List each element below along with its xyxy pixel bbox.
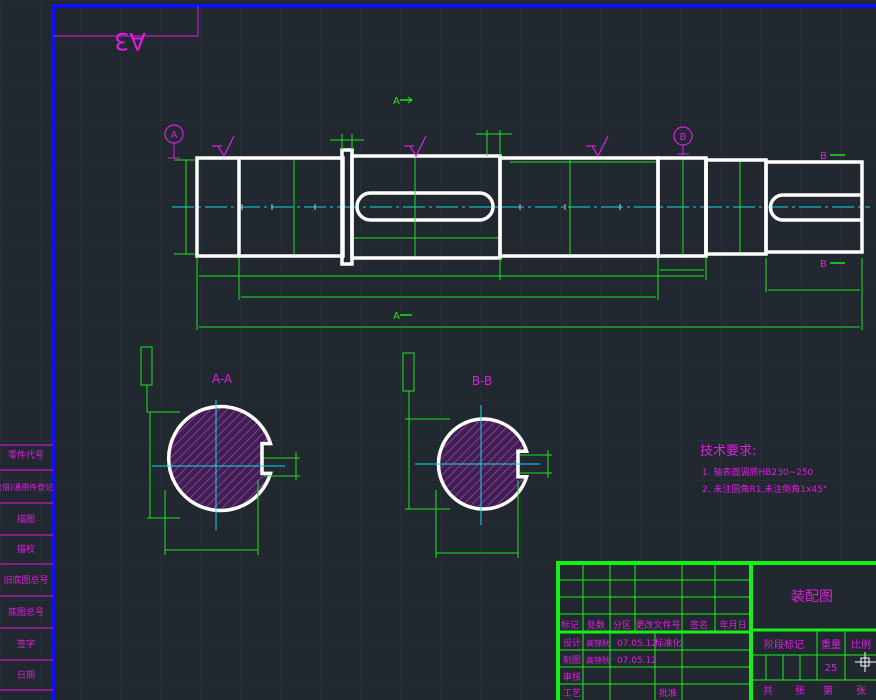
tech-req-title: 技术要求:	[700, 444, 756, 459]
cad-drawing-canvas: A3 零件代号 (借)通用件登记 描图 描校 旧底图总号 底图总号 签字 日期	[0, 0, 876, 700]
row-draw-role: 制图	[563, 654, 581, 666]
sheets-total-unit: 张	[795, 685, 805, 697]
strip-label-borrowed: (借)通用件登记	[0, 482, 53, 492]
datum-b-label: B	[680, 132, 687, 143]
rev-header-mark: 标记	[561, 619, 579, 631]
section-aa-profile	[166, 404, 273, 513]
row-design-name: 高锦秋	[586, 638, 610, 648]
title-drawing-name: 装配图	[791, 589, 833, 605]
strip-label-trace: 描图	[17, 513, 35, 525]
row-draw-date: 07.05.12	[617, 656, 657, 666]
strip-label-date: 日期	[17, 670, 35, 681]
rev-header-count: 处数	[587, 619, 605, 631]
sheet-current-label: 第	[823, 684, 833, 697]
strip-label-part-code: 零件代号	[8, 449, 44, 461]
stage-label: 阶段标记	[764, 638, 804, 651]
row-approve-label: 批准	[659, 687, 677, 699]
section-aa-title: A-A	[212, 372, 233, 386]
scale-label: 比例	[851, 638, 871, 651]
section-cut-a-top-label: A	[393, 96, 400, 107]
row-review-role: 审核	[563, 671, 581, 683]
title-block: 装配图 标记 处数 分区 更改文件号 签名 年月日 设计 高锦秋 07.05.1…	[556, 561, 876, 700]
scale-value: 25	[825, 663, 838, 674]
section-cut-a-bottom-label: A	[393, 311, 400, 322]
datum-a-label: A	[171, 130, 178, 141]
section-bb-title: B-B	[472, 374, 492, 388]
strip-label-old-base: 旧底图总号	[3, 574, 48, 586]
section-cut-b-bottom-label: B	[820, 259, 827, 270]
strip-label-sign: 签字	[17, 638, 35, 650]
strip-label-base: 底图总号	[8, 606, 44, 618]
tech-req-item-1: 1. 轴表面调质HB230~250	[702, 466, 814, 478]
drawing-number: A3	[114, 27, 146, 55]
section-cut-b-top-label: B	[820, 151, 827, 162]
row-process-role: 工艺	[563, 688, 581, 699]
row-design-date: 07.05.12	[617, 639, 657, 649]
strip-label-trace-check: 描校	[17, 543, 35, 555]
weight-label: 重量	[821, 638, 841, 651]
tech-req-item-2: 2. 未注圆角R1,未注倒角1x45°	[702, 483, 827, 495]
rev-header-sign: 签名	[690, 619, 708, 631]
rev-header-doc: 更改文件号	[635, 619, 680, 631]
row-draw-name: 高锦秋	[586, 655, 610, 665]
row-design-role: 设计	[563, 637, 581, 649]
sheet-current-unit: 张	[856, 685, 866, 697]
rev-header-zone: 分区	[613, 620, 631, 631]
row-design-std: 标准化	[654, 637, 681, 649]
rev-header-date: 年月日	[719, 619, 746, 631]
sheets-total-label: 共	[763, 685, 773, 697]
